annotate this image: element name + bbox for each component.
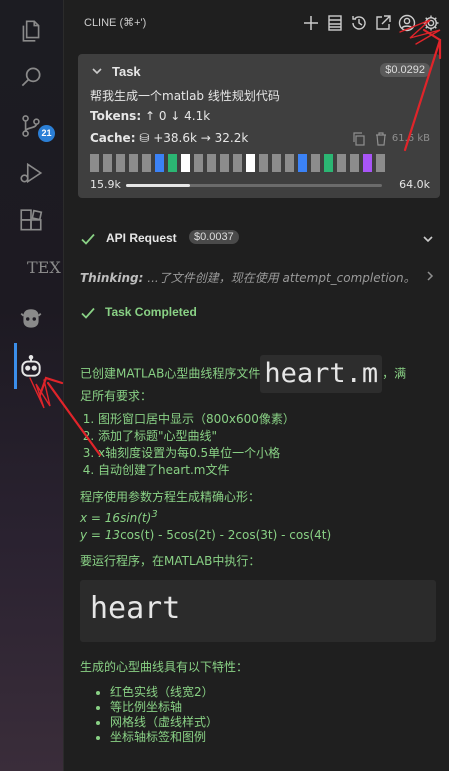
- features-intro: 生成的心型曲线具有以下特性：: [80, 660, 249, 674]
- intro-line-2: 足所有要求：: [80, 389, 153, 403]
- server-icon[interactable]: [326, 14, 344, 32]
- context-block: [324, 154, 333, 172]
- param-intro: 程序使用参数方程生成精确心形：: [80, 490, 261, 504]
- task-title: Task: [112, 64, 141, 79]
- code-block[interactable]: heart: [80, 580, 436, 642]
- cache-read: → 32.2k: [200, 131, 249, 145]
- context-block: [337, 154, 346, 172]
- tokens-down: ↓ 4.1k: [170, 109, 211, 123]
- equation-y: y = 13cos(t) - 5cos(2t) - 2cos(3t) - cos…: [80, 528, 332, 542]
- context-block: [363, 154, 372, 172]
- context-block: [272, 154, 281, 172]
- list-item: 坐标轴标签和图例: [110, 730, 449, 745]
- context-block: [207, 154, 216, 172]
- account-icon[interactable]: [398, 14, 416, 32]
- tokens-label: Tokens:: [90, 109, 142, 123]
- explorer-icon[interactable]: [18, 18, 44, 44]
- cache-write: +38.6k: [153, 131, 197, 145]
- equation-x: x = 16sin(t)3: [80, 509, 158, 525]
- context-block: [181, 154, 190, 172]
- list-item: 红色实线（线宽2）: [110, 685, 449, 700]
- check-icon: [80, 305, 96, 321]
- chevron-down-icon[interactable]: [90, 64, 104, 78]
- task-cost-badge: $0.0292: [380, 63, 430, 77]
- context-block: [311, 154, 320, 172]
- plus-icon[interactable]: [302, 14, 320, 32]
- tex-icon[interactable]: TEX: [27, 258, 61, 277]
- context-block: [103, 154, 112, 172]
- chevron-right-icon[interactable]: [424, 270, 436, 282]
- active-indicator: [14, 343, 17, 389]
- history-icon[interactable]: [350, 14, 368, 32]
- list-item: 网格线（虚线样式）: [110, 715, 449, 730]
- activity-bar: 21 TEX: [0, 0, 64, 771]
- copy-icon[interactable]: [352, 132, 366, 146]
- context-block: [298, 154, 307, 172]
- context-block: [168, 154, 177, 172]
- panel-title: CLINE (⌘+'): [84, 17, 147, 29]
- context-block: [90, 154, 99, 172]
- task-size: 61.6 kB: [391, 133, 430, 144]
- api-request-cost: $0.0037: [189, 230, 239, 244]
- features-list: 红色实线（线宽2） 等比例坐标轴 网格线（虚线样式） 坐标轴标签和图例: [80, 685, 449, 745]
- cache-line: Cache: ⛁ +38.6k → 32.2k: [90, 131, 248, 145]
- context-block: [142, 154, 151, 172]
- chevron-down-icon[interactable]: [421, 232, 435, 246]
- copilot-icon[interactable]: [18, 306, 44, 332]
- intro-text: 已创建MATLAB心型曲线程序文件: [80, 366, 261, 381]
- task-completed-label: Task Completed: [105, 305, 197, 319]
- tokens-up: ↑ 0: [144, 109, 167, 123]
- list-item: x轴刻度设置为每0.5单位一个小格: [98, 445, 438, 462]
- context-progress-track: [126, 184, 382, 187]
- context-block: [116, 154, 125, 172]
- run-intro: 要运行程序，在MATLAB中执行：: [80, 554, 261, 568]
- intro-text-after: ，满: [382, 366, 407, 381]
- context-used: 15.9k: [90, 178, 121, 191]
- inline-code-filename: heart.m: [260, 355, 383, 393]
- list-item: 自动创建了heart.m文件: [98, 462, 438, 479]
- search-icon[interactable]: [18, 64, 44, 90]
- popout-icon[interactable]: [374, 14, 392, 32]
- scm-badge: 21: [38, 125, 55, 142]
- list-item: 添加了标题"心型曲线": [98, 428, 438, 445]
- thinking-label: Thinking:: [80, 271, 144, 285]
- context-block: [194, 154, 203, 172]
- run-debug-icon[interactable]: [18, 160, 44, 186]
- list-item: 等比例坐标轴: [110, 700, 449, 715]
- code-block-text: heart: [90, 591, 181, 626]
- cline-robot-icon[interactable]: [18, 354, 44, 380]
- list-item: 图形窗口居中显示（800x600像素）: [98, 411, 438, 428]
- context-block: [376, 154, 385, 172]
- api-request-label[interactable]: API Request: [106, 231, 177, 245]
- context-block: [350, 154, 359, 172]
- tokens-line: Tokens: ↑ 0 ↓ 4.1k: [90, 109, 210, 123]
- settings-gear-icon[interactable]: [422, 14, 440, 32]
- context-max: 64.0k: [399, 178, 430, 191]
- context-block: [233, 154, 242, 172]
- context-block: [129, 154, 138, 172]
- task-description: 帮我生成一个matlab 线性规划代码: [90, 89, 280, 103]
- context-block: [155, 154, 164, 172]
- database-icon: ⛁: [139, 131, 150, 145]
- context-block: [246, 154, 255, 172]
- thinking-text: ...了文件创建，现在使用 attempt_completion。: [147, 271, 416, 285]
- equations: 程序使用参数方程生成精确心形： x = 16sin(t)3 y = 13cos(…: [80, 489, 440, 544]
- context-progress-fill: [126, 184, 190, 187]
- context-block: [259, 154, 268, 172]
- context-block: [220, 154, 229, 172]
- context-block: [285, 154, 294, 172]
- thinking-row[interactable]: Thinking: ...了文件创建，现在使用 attempt_completi…: [80, 269, 420, 286]
- requirements-list: 图形窗口居中显示（800x600像素） 添加了标题"心型曲线" x轴刻度设置为每…: [80, 411, 438, 479]
- check-icon: [80, 231, 96, 247]
- task-card: Task $0.0292 帮我生成一个matlab 线性规划代码 Tokens:…: [78, 54, 440, 198]
- cache-label: Cache:: [90, 131, 136, 145]
- extensions-icon[interactable]: [18, 208, 44, 234]
- trash-icon[interactable]: [374, 132, 388, 146]
